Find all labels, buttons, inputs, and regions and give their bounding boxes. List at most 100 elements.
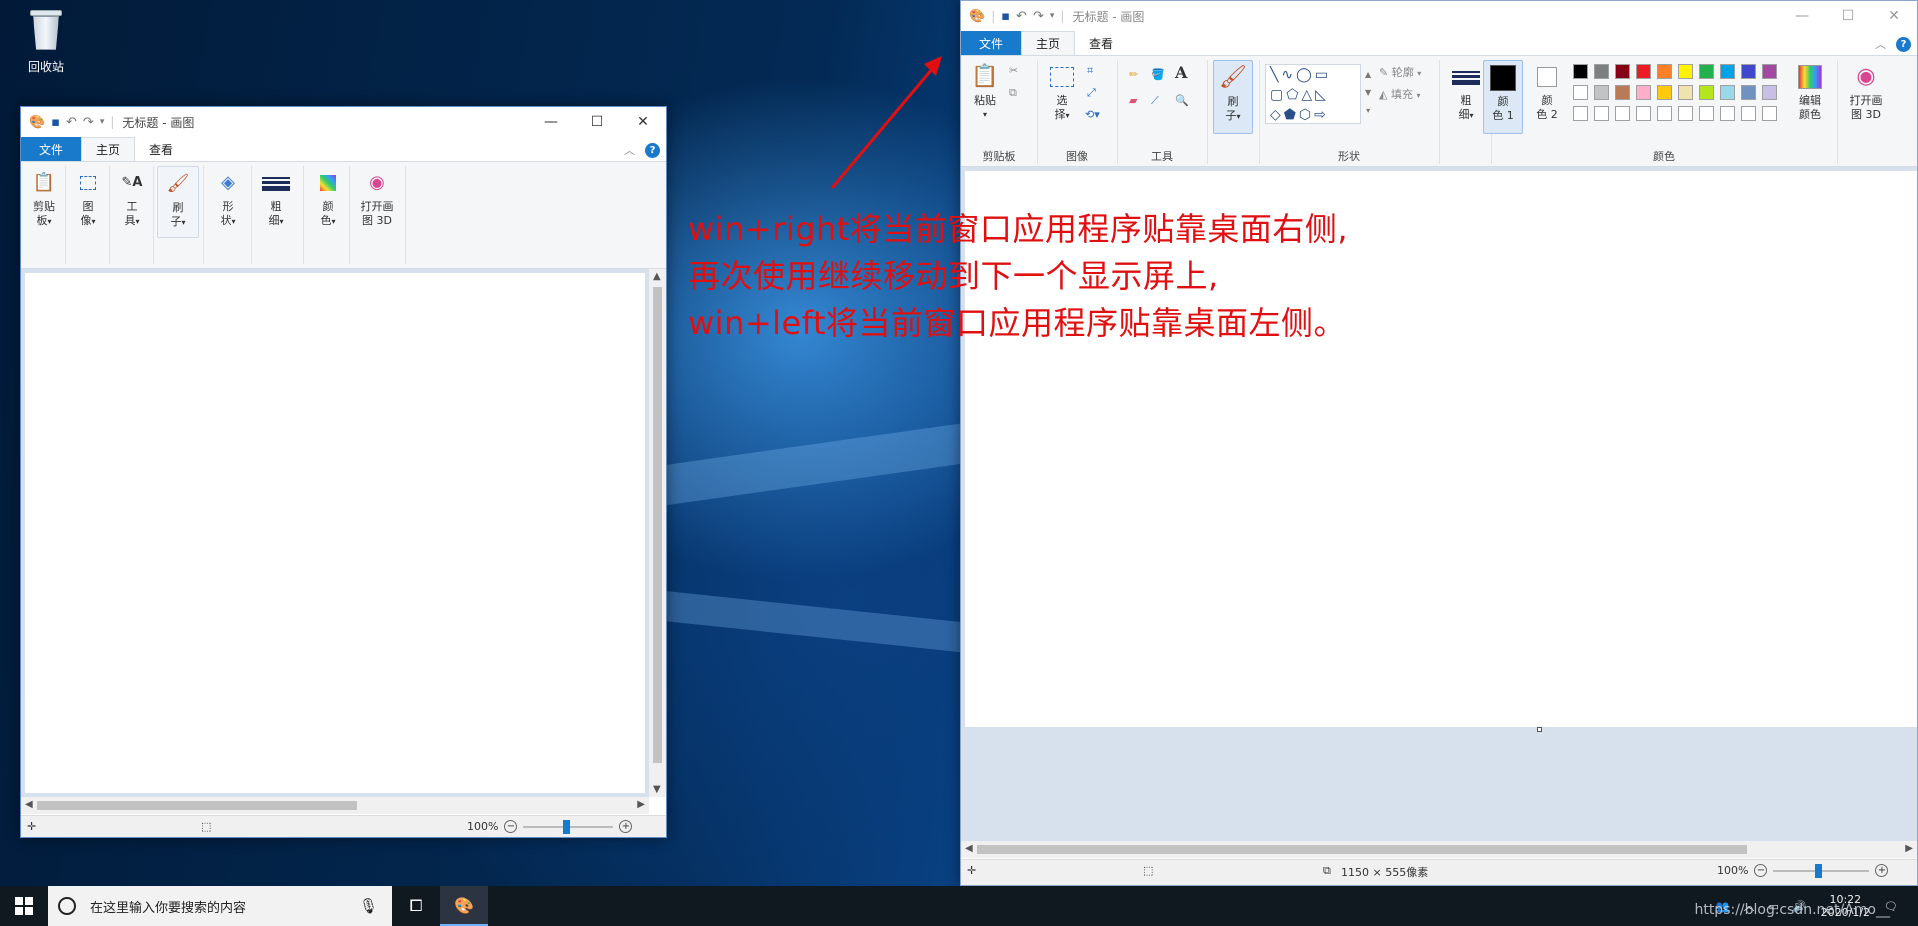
title-bar[interactable]: 🎨 | ▪ ↶ ↷ ▾ | 无标题 - 画图 — ☐ ✕ bbox=[961, 1, 1917, 31]
cut-icon[interactable]: ✂ bbox=[1009, 64, 1018, 78]
palette-swatch[interactable] bbox=[1720, 85, 1735, 100]
tab-view[interactable]: 查看 bbox=[135, 137, 187, 161]
redo-icon[interactable]: ↷ bbox=[83, 115, 94, 130]
palette-swatch[interactable] bbox=[1699, 106, 1714, 121]
zoom-slider[interactable] bbox=[523, 819, 614, 834]
palette-swatch[interactable] bbox=[1573, 106, 1588, 121]
tab-view[interactable]: 查看 bbox=[1075, 31, 1127, 55]
color-picker-icon[interactable]: ⟋ bbox=[1151, 94, 1159, 108]
fill-bucket-icon[interactable]: 🪣 bbox=[1151, 68, 1165, 82]
palette-swatch[interactable] bbox=[1657, 106, 1672, 121]
vertical-scrollbar[interactable]: ▲ ▼ bbox=[649, 269, 666, 797]
size-button[interactable]: 粗 细▾ bbox=[257, 166, 295, 264]
minimize-button[interactable]: — bbox=[1779, 1, 1825, 31]
zoom-out-button[interactable]: − bbox=[504, 820, 518, 833]
magnifier-icon[interactable]: 🔍 bbox=[1175, 94, 1189, 108]
palette-swatch[interactable] bbox=[1636, 106, 1651, 121]
task-view-button[interactable]: ⧠ bbox=[392, 886, 440, 926]
zoom-slider-thumb[interactable] bbox=[1815, 863, 1823, 878]
maximize-button[interactable]: ☐ bbox=[1825, 1, 1871, 31]
help-icon[interactable]: ? bbox=[645, 142, 660, 158]
shapes-gallery-scroll[interactable]: ▲ ▼ ▾ bbox=[1365, 66, 1371, 120]
tools-button[interactable]: ✎A 工 具▾ bbox=[113, 166, 151, 264]
fill-button[interactable]: ◭ 填充 ▾ bbox=[1379, 88, 1420, 103]
paint-window-left[interactable]: 🎨 ▪ ↶ ↷ ▾ | 无标题 - 画图 — ☐ ✕ 文件 主页 查看 ︿ ? … bbox=[20, 106, 667, 838]
undo-icon[interactable]: ↶ bbox=[66, 115, 77, 130]
palette-swatch[interactable] bbox=[1762, 106, 1777, 121]
maximize-button[interactable]: ☐ bbox=[574, 107, 620, 137]
taskbar-paint-button[interactable]: 🎨 bbox=[440, 886, 488, 926]
microphone-icon[interactable]: 🎙 bbox=[359, 897, 378, 915]
palette-swatch[interactable] bbox=[1720, 106, 1735, 121]
palette-swatch[interactable] bbox=[1678, 64, 1693, 79]
collapse-ribbon-icon[interactable]: ︿ bbox=[1875, 36, 1886, 52]
canvas-resize-handle[interactable] bbox=[1537, 727, 1542, 732]
drawing-canvas[interactable] bbox=[25, 273, 645, 793]
color2-button[interactable]: 颜 色 2 bbox=[1527, 60, 1567, 122]
palette-swatch[interactable] bbox=[1720, 64, 1735, 79]
crop-icon[interactable]: ⌗ bbox=[1087, 64, 1093, 78]
resize-icon[interactable]: ⤢ bbox=[1087, 86, 1096, 100]
palette-swatch[interactable] bbox=[1699, 64, 1714, 79]
palette-swatch[interactable] bbox=[1615, 85, 1630, 100]
select-button[interactable]: 选 择▾ bbox=[1045, 60, 1079, 123]
palette-swatch[interactable] bbox=[1657, 64, 1672, 79]
palette-swatch[interactable] bbox=[1573, 64, 1588, 79]
image-button[interactable]: 图 像▾ bbox=[69, 166, 107, 264]
palette-swatch[interactable] bbox=[1741, 85, 1756, 100]
copy-icon[interactable]: ⧉ bbox=[1009, 86, 1017, 100]
palette-swatch[interactable] bbox=[1636, 85, 1651, 100]
zoom-slider-thumb[interactable] bbox=[563, 819, 571, 834]
palette-swatch[interactable] bbox=[1615, 64, 1630, 79]
edit-colors-button[interactable]: 编辑 颜色 bbox=[1789, 60, 1831, 122]
palette-swatch[interactable] bbox=[1678, 85, 1693, 100]
clipboard-button[interactable]: 📋 剪贴 板▾ bbox=[25, 166, 63, 264]
title-bar[interactable]: 🎨 ▪ ↶ ↷ ▾ | 无标题 - 画图 — ☐ ✕ bbox=[21, 107, 666, 137]
horizontal-scrollbar[interactable]: ◀ ▶ bbox=[961, 841, 1917, 858]
customize-quick-access-icon[interactable]: ▾ bbox=[1050, 11, 1055, 21]
close-button[interactable]: ✕ bbox=[1871, 1, 1917, 31]
paint-window-right[interactable]: 🎨 | ▪ ↶ ↷ ▾ | 无标题 - 画图 — ☐ ✕ 文件 主页 查看 ︿ … bbox=[960, 0, 1918, 886]
text-icon[interactable]: A bbox=[1175, 65, 1187, 81]
recycle-bin[interactable]: 回收站 bbox=[16, 8, 76, 75]
redo-icon[interactable]: ↷ bbox=[1033, 9, 1044, 24]
tab-file[interactable]: 文件 bbox=[961, 31, 1022, 55]
pencil-icon[interactable]: ✏ bbox=[1129, 68, 1138, 82]
palette-swatch[interactable] bbox=[1762, 85, 1777, 100]
tab-home[interactable]: 主页 bbox=[1021, 31, 1076, 55]
collapse-ribbon-icon[interactable]: ︿ bbox=[624, 142, 635, 158]
palette-swatch[interactable] bbox=[1741, 64, 1756, 79]
outline-button[interactable]: ✎ 轮廓 ▾ bbox=[1379, 66, 1421, 81]
palette-swatch[interactable] bbox=[1594, 64, 1609, 79]
save-icon[interactable]: ▪ bbox=[51, 115, 60, 130]
tab-file[interactable]: 文件 bbox=[21, 137, 82, 161]
palette-swatch[interactable] bbox=[1699, 85, 1714, 100]
palette-swatch[interactable] bbox=[1762, 64, 1777, 79]
palette-swatch[interactable] bbox=[1615, 106, 1630, 121]
palette-swatch[interactable] bbox=[1678, 106, 1693, 121]
palette-swatch[interactable] bbox=[1741, 106, 1756, 121]
shapes-gallery[interactable]: ╲∿◯▭ ▢⬠△◺ ◇⬟⬡⇨ bbox=[1265, 64, 1361, 124]
horizontal-scrollbar[interactable]: ◀ ▶ bbox=[21, 797, 649, 814]
customize-quick-access-icon[interactable]: ▾ bbox=[100, 117, 105, 127]
color1-button[interactable]: 颜 色 1 bbox=[1483, 60, 1523, 134]
taskbar-search-box[interactable]: 在这里输入你要搜索的内容 🎙 bbox=[48, 886, 392, 926]
palette-swatch[interactable] bbox=[1594, 85, 1609, 100]
palette-swatch[interactable] bbox=[1657, 85, 1672, 100]
palette-swatch[interactable] bbox=[1594, 106, 1609, 121]
paste-button[interactable]: 📋 粘贴 ▾ bbox=[967, 60, 1003, 122]
save-icon[interactable]: ▪ bbox=[1001, 9, 1010, 24]
zoom-slider[interactable] bbox=[1773, 863, 1870, 878]
open-paint3d-button[interactable]: ◉ 打开画 图 3D bbox=[1841, 60, 1891, 122]
minimize-button[interactable]: — bbox=[528, 107, 574, 137]
start-button[interactable] bbox=[0, 886, 48, 926]
undo-icon[interactable]: ↶ bbox=[1016, 9, 1027, 24]
colors-button[interactable]: 颜 色▾ bbox=[309, 166, 347, 264]
tab-home[interactable]: 主页 bbox=[81, 137, 136, 161]
close-button[interactable]: ✕ bbox=[620, 107, 666, 137]
palette-swatch[interactable] bbox=[1573, 85, 1588, 100]
zoom-in-button[interactable]: + bbox=[619, 820, 633, 833]
brushes-button[interactable]: 🖌 刷 子▾ bbox=[157, 166, 199, 238]
help-icon[interactable]: ? bbox=[1896, 36, 1911, 52]
zoom-out-button[interactable]: − bbox=[1754, 864, 1768, 877]
